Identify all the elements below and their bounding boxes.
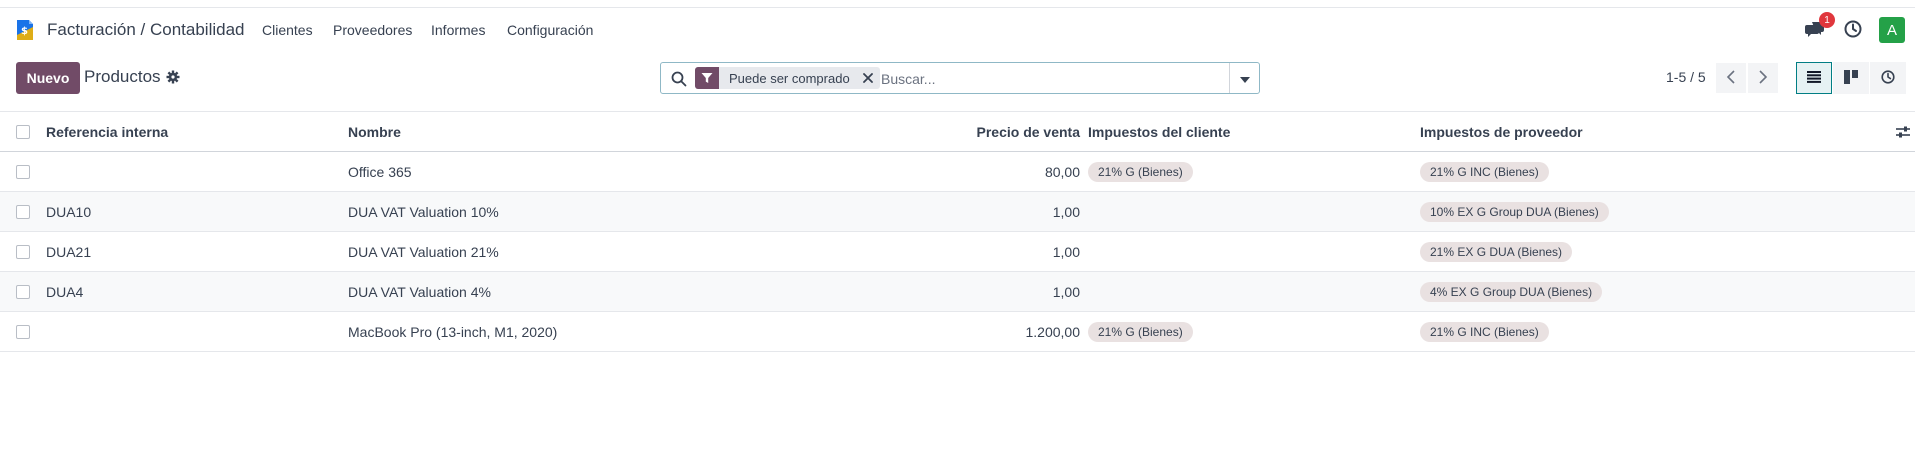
kanban-icon — [1844, 69, 1858, 87]
cell-price: 80,00 — [1044, 163, 1080, 180]
column-header-customer-taxes[interactable]: Impuestos del cliente — [1088, 112, 1230, 151]
cell-vendor-taxes: 21% G INC (Bienes) — [1420, 152, 1553, 191]
row-checkbox[interactable] — [16, 324, 30, 339]
cell-price: 1,00 — [1052, 283, 1080, 300]
messages-badge: 1 — [1819, 12, 1835, 28]
optional-columns-icon[interactable] — [1895, 124, 1911, 140]
pager-next-button[interactable] — [1748, 63, 1778, 93]
tax-tag: 21% EX G DUA (Bienes) — [1420, 241, 1573, 262]
list-icon — [1807, 70, 1821, 86]
svg-text:$: $ — [21, 26, 28, 37]
cell-name: Office 365 — [348, 163, 412, 180]
gear-icon[interactable] — [166, 70, 180, 84]
clock-icon — [1844, 20, 1862, 41]
chevron-right-icon — [1758, 69, 1768, 87]
search-facet: Puede ser comprado — [695, 67, 880, 89]
tax-tag: 21% G (Bienes) — [1088, 161, 1193, 182]
filter-icon — [695, 67, 719, 89]
cell-ref: DUA10 — [46, 203, 92, 220]
cell-ref: DUA4 — [46, 283, 84, 300]
cell-customer-taxes: 21% G (Bienes) — [1088, 312, 1197, 351]
row-checkbox[interactable] — [16, 204, 30, 219]
cell-vendor-taxes: 21% G INC (Bienes) — [1420, 312, 1553, 351]
new-button[interactable]: Nuevo — [16, 62, 80, 94]
cell-vendor-taxes: 21% EX G DUA (Bienes) — [1420, 232, 1576, 271]
tax-tag: 4% EX G Group DUA (Bienes) — [1420, 281, 1603, 302]
column-header-ref[interactable]: Referencia interna — [46, 112, 168, 151]
tax-tag: 21% G INC (Bienes) — [1420, 161, 1549, 182]
cell-customer-taxes: 21% G (Bienes) — [1088, 152, 1197, 191]
cell-name: DUA VAT Valuation 4% — [348, 283, 491, 300]
chevron-left-icon — [1726, 69, 1736, 87]
caret-down-icon — [1239, 70, 1250, 86]
search-bar: Puede ser comprado — [660, 62, 1260, 94]
messages-button[interactable]: 1 — [1803, 12, 1835, 42]
cell-price: 1,00 — [1052, 203, 1080, 220]
search-input[interactable] — [881, 68, 1221, 90]
pager-value[interactable]: 1-5 / 5 — [1666, 69, 1706, 85]
menu-clientes[interactable]: Clientes — [262, 22, 313, 38]
cell-name: DUA VAT Valuation 10% — [348, 203, 499, 220]
user-avatar[interactable]: A — [1879, 17, 1905, 43]
menu-configuracion[interactable]: Configuración — [507, 22, 593, 38]
breadcrumb: Productos — [84, 67, 161, 86]
tax-tag: 21% G (Bienes) — [1088, 321, 1193, 342]
facet-label: Puede ser comprado — [729, 70, 850, 86]
pager-previous-button[interactable] — [1716, 63, 1746, 93]
top-strip — [0, 0, 1915, 8]
cell-ref: DUA21 — [46, 243, 92, 260]
close-icon[interactable] — [858, 67, 878, 89]
clock-icon — [1881, 69, 1895, 87]
column-header-name[interactable]: Nombre — [348, 112, 401, 151]
row-checkbox[interactable] — [16, 244, 30, 259]
activity-view-button[interactable] — [1870, 62, 1906, 94]
table-row[interactable]: DUA21 DUA VAT Valuation 21% 1,00 21% EX … — [0, 232, 1915, 272]
activity-button[interactable] — [1841, 18, 1865, 42]
column-header-vendor-taxes[interactable]: Impuestos de proveedor — [1420, 112, 1583, 151]
cell-vendor-taxes: 10% EX G Group DUA (Bienes) — [1420, 192, 1613, 231]
cell-price: 1,00 — [1052, 243, 1080, 260]
menu-proveedores[interactable]: Proveedores — [333, 22, 412, 38]
table-row[interactable]: DUA10 DUA VAT Valuation 10% 1,00 10% EX … — [0, 192, 1915, 232]
tax-tag: 10% EX G Group DUA (Bienes) — [1420, 201, 1609, 222]
table-row[interactable]: DUA4 DUA VAT Valuation 4% 1,00 4% EX G G… — [0, 272, 1915, 312]
table-row[interactable]: Office 365 80,00 21% G (Bienes) 21% G IN… — [0, 152, 1915, 192]
cell-name: DUA VAT Valuation 21% — [348, 243, 499, 260]
navbar: $ Facturación / Contabilidad Clientes Pr… — [0, 8, 1915, 52]
cell-vendor-taxes: 4% EX G Group DUA (Bienes) — [1420, 272, 1606, 311]
accounting-app-icon[interactable]: $ — [15, 19, 35, 41]
select-all-checkbox[interactable] — [16, 124, 30, 139]
search-icon[interactable] — [671, 71, 687, 87]
list-view-button[interactable] — [1796, 62, 1832, 94]
row-checkbox[interactable] — [16, 284, 30, 299]
cell-price: 1.200,00 — [1025, 323, 1081, 340]
column-header-price[interactable]: Precio de venta — [900, 112, 1081, 151]
table-header: Referencia interna Nombre Precio de vent… — [0, 111, 1915, 152]
products-table: Referencia interna Nombre Precio de vent… — [0, 111, 1915, 352]
menu-informes[interactable]: Informes — [431, 22, 485, 38]
row-checkbox[interactable] — [16, 164, 30, 179]
tax-tag: 21% G INC (Bienes) — [1420, 321, 1549, 342]
table-row[interactable]: MacBook Pro (13-inch, M1, 2020) 1.200,00… — [0, 312, 1915, 352]
kanban-view-button[interactable] — [1833, 62, 1869, 94]
cell-name: MacBook Pro (13-inch, M1, 2020) — [348, 323, 558, 340]
search-options-toggle[interactable] — [1229, 63, 1259, 93]
app-title[interactable]: Facturación / Contabilidad — [47, 20, 245, 40]
